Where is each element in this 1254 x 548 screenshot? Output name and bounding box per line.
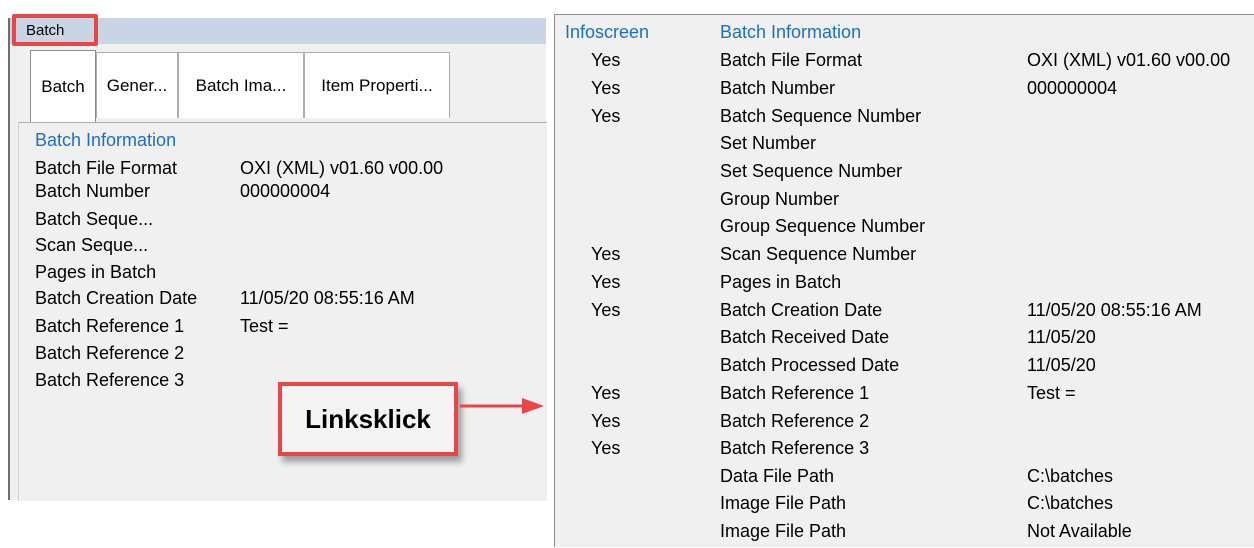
arrow-right-icon xyxy=(460,398,544,414)
field-value-cell: Test = xyxy=(1027,383,1076,403)
field-name-cell: Batch Sequence Number xyxy=(720,106,922,126)
field-name-cell: Batch File Format xyxy=(720,50,863,70)
row-label: Batch Creation Date xyxy=(35,288,198,308)
field-name-cell: Scan Sequence Number xyxy=(720,244,917,264)
table-row[interactable]: Yes Batch Sequence Number xyxy=(555,105,1254,133)
tab-strip: Batch Gener... Batch Ima... Item Propert… xyxy=(18,50,548,122)
field-name-cell: Image File Path xyxy=(720,493,847,513)
row-label: Batch Reference 1 xyxy=(35,316,185,336)
infoscreen-cell: Yes xyxy=(591,244,621,264)
field-name-cell: Image File Path xyxy=(720,521,847,541)
row-value: OXI (XML) v01.60 v00.00 xyxy=(240,158,444,178)
table-row[interactable]: Yes Scan Sequence Number xyxy=(555,243,1254,271)
table-row[interactable]: Yes Pages in Batch xyxy=(555,271,1254,299)
field-name-cell: Batch Reference 3 xyxy=(720,438,870,458)
row-label: Batch Reference 2 xyxy=(35,343,185,363)
row-label: Scan Seque... xyxy=(35,235,149,255)
table-row[interactable]: Yes Batch Reference 2 xyxy=(555,410,1254,438)
row-label: Pages in Batch xyxy=(35,262,157,282)
table-row[interactable]: Group Sequence Number xyxy=(555,215,1254,243)
table-row[interactable]: Yes Batch Reference 3 xyxy=(555,437,1254,465)
batch-information-panel: Infoscreen Batch Information Yes Batch F… xyxy=(554,14,1254,547)
table-row[interactable]: Set Sequence Number xyxy=(555,160,1254,188)
field-value-cell: C:\batches xyxy=(1027,493,1114,513)
infoscreen-cell: Yes xyxy=(591,106,621,126)
table-row[interactable]: Yes Batch Number 000000004 xyxy=(555,77,1254,105)
infoscreen-cell: Yes xyxy=(591,78,621,98)
batch-title-highlight xyxy=(12,14,98,46)
row-value: 000000004 xyxy=(240,181,331,201)
table-row[interactable]: Yes Batch Reference 1 Test = xyxy=(555,382,1254,410)
field-name-cell: Group Sequence Number xyxy=(720,216,926,236)
row-label: Batch Reference 3 xyxy=(35,370,185,390)
row-label: Batch File Format xyxy=(35,158,178,178)
row-label: Batch Number xyxy=(35,181,151,201)
field-name-cell: Batch Reference 2 xyxy=(720,411,870,431)
batch-panel: Batch Batch Gener... Batch Ima... Item P… xyxy=(8,18,548,501)
table-row[interactable]: Yes Batch File Format OXI (XML) v01.60 v… xyxy=(555,49,1254,77)
table-row[interactable]: Image File Path C:\batches xyxy=(555,492,1254,520)
table-row[interactable]: Batch Processed Date 11/05/20 xyxy=(555,354,1254,382)
infoscreen-cell: Yes xyxy=(591,383,621,403)
infoscreen-cell: Yes xyxy=(591,300,621,320)
field-name-cell: Batch Received Date xyxy=(720,327,890,347)
row-value: 11/05/20 08:55:16 AM xyxy=(240,288,415,308)
infoscreen-cell: Yes xyxy=(591,411,621,431)
row-value: Test = xyxy=(240,316,289,336)
field-name-cell: Pages in Batch xyxy=(720,272,842,292)
tab-batch-images[interactable]: Batch Ima... xyxy=(178,52,304,118)
row-label: Batch Seque... xyxy=(35,209,154,229)
field-name-cell: Batch Reference 1 xyxy=(720,383,870,403)
infoscreen-cell: Yes xyxy=(591,50,621,70)
field-value-cell: Not Available xyxy=(1027,521,1132,541)
left-click-callout: Linksklick xyxy=(278,382,458,456)
field-value-cell: C:\batches xyxy=(1027,466,1114,486)
field-name-cell: Batch Creation Date xyxy=(720,300,883,320)
table-row[interactable]: Group Number xyxy=(555,188,1254,216)
batch-information-column-header: Batch Information xyxy=(720,22,862,42)
field-value-cell: 000000004 xyxy=(1027,78,1118,98)
table-row[interactable]: Data File Path C:\batches xyxy=(555,465,1254,493)
batch-info-heading: Batch Information xyxy=(35,130,177,150)
infoscreen-column-header: Infoscreen xyxy=(565,22,650,42)
field-name-cell: Set Sequence Number xyxy=(720,161,903,181)
field-name-cell: Group Number xyxy=(720,189,840,209)
table-row[interactable]: Yes Batch Creation Date 11/05/20 08:55:1… xyxy=(555,299,1254,327)
field-name-cell: Set Number xyxy=(720,133,817,153)
field-value-cell: 11/05/20 08:55:16 AM xyxy=(1027,300,1202,320)
field-name-cell: Batch Number xyxy=(720,78,836,98)
tab-item-properties[interactable]: Item Properti... xyxy=(304,52,450,118)
tab-general[interactable]: Gener... xyxy=(96,52,178,118)
field-value-cell: 11/05/20 xyxy=(1027,355,1096,375)
table-row[interactable]: Batch Received Date 11/05/20 xyxy=(555,326,1254,354)
table-row[interactable]: Set Number xyxy=(555,132,1254,160)
field-value-cell: OXI (XML) v01.60 v00.00 xyxy=(1027,50,1231,70)
field-name-cell: Data File Path xyxy=(720,466,835,486)
infoscreen-cell: Yes xyxy=(591,438,621,458)
field-value-cell: 11/05/20 xyxy=(1027,327,1096,347)
field-name-cell: Batch Processed Date xyxy=(720,355,900,375)
infoscreen-cell: Yes xyxy=(591,272,621,292)
table-row[interactable]: Image File Path Not Available xyxy=(555,520,1254,548)
tab-batch[interactable]: Batch xyxy=(30,50,96,122)
